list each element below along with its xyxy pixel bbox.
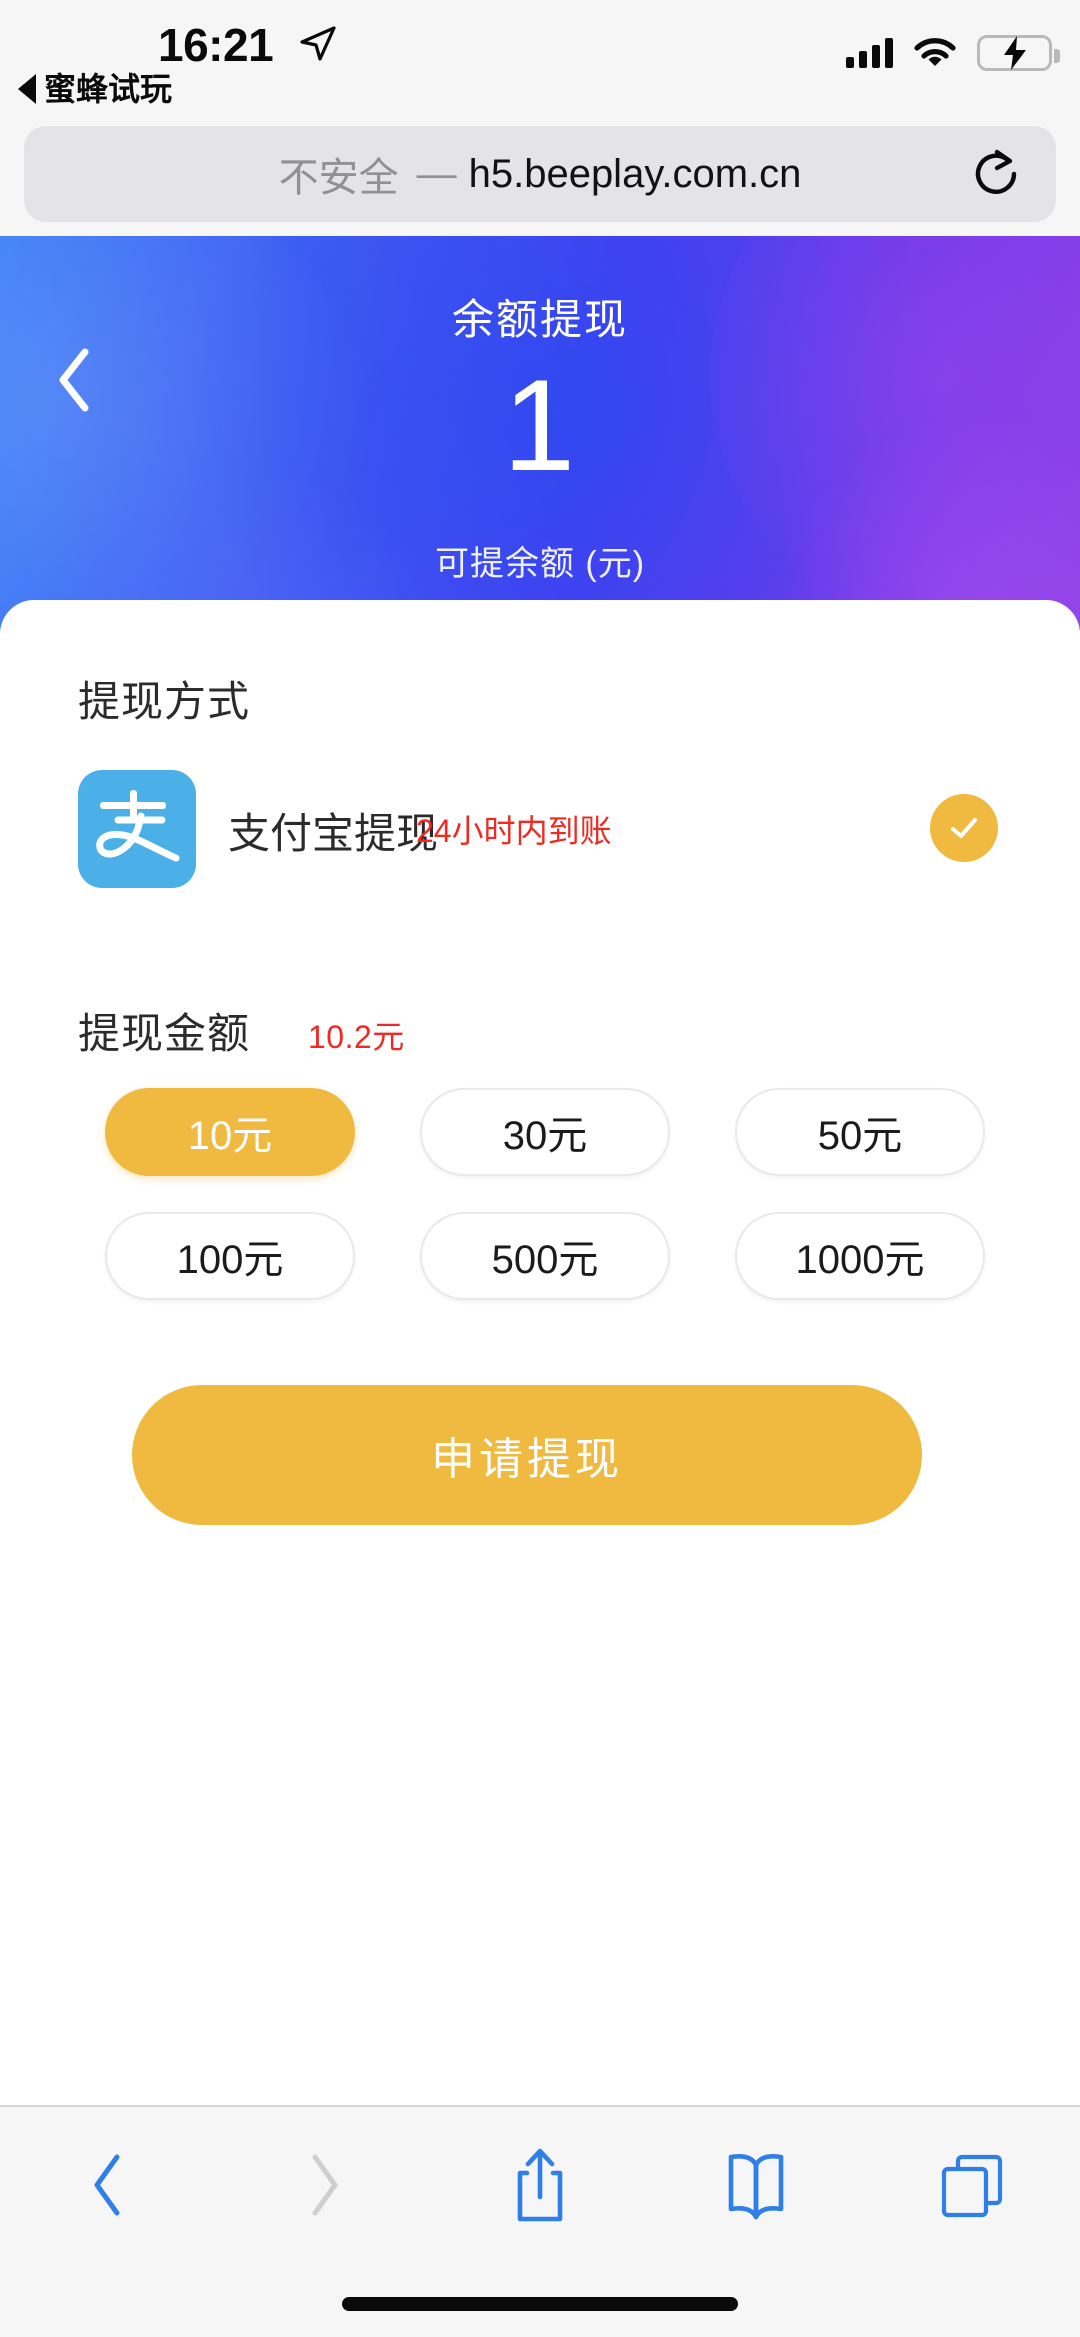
amount-option-2[interactable]: 50元 (735, 1088, 985, 1176)
status-bar: 16:21 蜜蜂试玩 (0, 0, 1080, 118)
cellular-signal-icon (846, 38, 893, 68)
forward-icon (312, 2154, 338, 2216)
status-bar-clock: 16:21 (158, 19, 274, 71)
back-to-app-button[interactable]: 蜜蜂试玩 (18, 70, 172, 108)
payment-method-note: 24小时内到账 (416, 813, 612, 849)
amount-hint: 10.2元 (308, 1019, 405, 1055)
method-section-title: 提现方式 (78, 678, 251, 725)
payment-method-row[interactable]: 支付宝提现 24小时内到账 (78, 770, 1002, 890)
toolbar-icons (0, 2135, 1080, 2235)
share-icon (517, 2148, 563, 2222)
amount-option-1[interactable]: 30元 (420, 1088, 670, 1176)
browser-share-button[interactable] (432, 2135, 648, 2235)
amount-option-5[interactable]: 1000元 (735, 1212, 985, 1300)
amount-option-3[interactable]: 100元 (105, 1212, 355, 1300)
available-balance-value: 1 (502, 352, 578, 498)
browser-bookmarks-button[interactable] (648, 2135, 864, 2235)
payment-method-selected-badge[interactable] (930, 794, 998, 862)
wifi-icon (914, 38, 956, 66)
payment-method-label: 支付宝提现 (228, 810, 439, 857)
amount-options-grid: 10元 30元 50元 100元 500元 1000元 (105, 1088, 985, 1300)
available-balance-label: 可提余额 (元) (434, 545, 646, 583)
url-separator: — (416, 151, 457, 196)
status-bar-left: 16:21 蜜蜂试玩 (0, 0, 520, 118)
back-icon (94, 2154, 120, 2216)
location-arrow-icon (300, 26, 336, 61)
browser-url-bar-container: 不安全 — h5.beeplay.com.cn (0, 118, 1080, 236)
battery-charging-icon (977, 35, 1060, 71)
url-host: h5.beeplay.com.cn (468, 151, 802, 196)
browser-tabs-button[interactable] (864, 2135, 1080, 2235)
url-bar[interactable]: 不安全 — h5.beeplay.com.cn (24, 126, 1056, 222)
alipay-icon (78, 770, 196, 888)
check-icon (951, 818, 977, 838)
url-text: 不安全 — h5.beeplay.com.cn (24, 126, 1056, 222)
reload-icon[interactable] (970, 148, 1022, 200)
amount-section-title: 提现金额 (78, 1010, 251, 1057)
tabs-icon (941, 2154, 1003, 2218)
amount-option-4[interactable]: 500元 (420, 1212, 670, 1300)
browser-forward-button[interactable] (216, 2135, 432, 2235)
triangle-left-icon (18, 74, 36, 104)
browser-back-button[interactable] (0, 2135, 216, 2235)
browser-bottom-toolbar (0, 2105, 1080, 2337)
back-to-app-label: 蜜蜂试玩 (44, 71, 173, 107)
apply-withdraw-button[interactable]: 申请提现 (132, 1385, 922, 1525)
phone-screen: 16:21 蜜蜂试玩 不安全 — h5.beeplay.com.cn 余额提现 … (0, 0, 1080, 2337)
bookmarks-icon (728, 2153, 784, 2220)
status-bar-right (846, 30, 1060, 76)
insecure-label: 不安全 (278, 156, 399, 200)
bolt-icon (1003, 36, 1026, 70)
amount-option-0[interactable]: 10元 (105, 1088, 355, 1176)
home-indicator (342, 2297, 738, 2311)
page-title: 余额提现 (451, 296, 628, 343)
